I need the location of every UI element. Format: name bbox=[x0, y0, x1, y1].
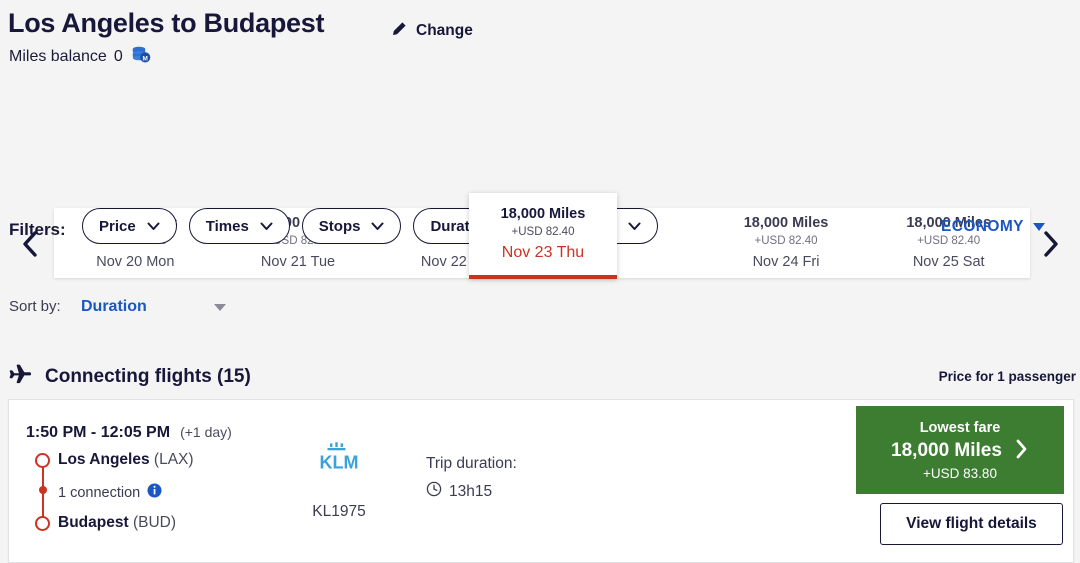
miles-balance-value: 0 bbox=[113, 48, 123, 65]
filter-pill-label: Price bbox=[99, 217, 136, 235]
airplane-icon bbox=[8, 363, 33, 390]
sort-row: Sort by: Duration bbox=[0, 292, 1080, 326]
chevron-down-icon bbox=[147, 219, 160, 234]
chevron-down-icon bbox=[628, 219, 641, 234]
sort-by-value: Duration bbox=[81, 298, 147, 315]
triangle-down-icon bbox=[214, 303, 226, 311]
price-passenger-note: Price for 1 passenger bbox=[938, 369, 1076, 384]
cabin-class-label: ECONOMY bbox=[941, 218, 1024, 235]
date-cell-date: Nov 23 Thu bbox=[501, 243, 585, 261]
results-header: Connecting flights (15) Price for 1 pass… bbox=[0, 363, 1080, 397]
destination-code: (BUD) bbox=[132, 514, 176, 531]
change-label: Change bbox=[416, 22, 473, 39]
cabin-class-selector[interactable]: ECONOMY bbox=[941, 218, 1045, 236]
fare-title: Lowest fare bbox=[919, 419, 1001, 436]
page-title: Los Angeles to Budapest bbox=[8, 8, 325, 38]
filter-pill-times[interactable]: Times bbox=[188, 208, 290, 244]
connecting-flights-title: Connecting flights (15) bbox=[45, 365, 251, 387]
flight-route: Los Angeles (LAX) 1 connection Budapest … bbox=[26, 448, 286, 534]
origin-city: Los Angeles bbox=[58, 451, 150, 468]
connection-count: 1 connection bbox=[58, 485, 141, 501]
destination-airport: Budapest (BUD) bbox=[58, 514, 176, 532]
svg-text:KLM: KLM bbox=[320, 453, 359, 473]
lowest-fare-button[interactable]: Lowest fare 18,000 Miles +USD 83.80 bbox=[856, 406, 1064, 494]
filter-pill-label: Stops bbox=[318, 217, 361, 235]
route-origin-dot-icon bbox=[35, 453, 50, 468]
svg-text:M: M bbox=[142, 55, 147, 62]
trip-duration-label: Trip duration: bbox=[426, 455, 517, 472]
filter-pill-price[interactable]: Price bbox=[82, 208, 177, 244]
miles-balance-label: Miles balance bbox=[9, 48, 107, 65]
clock-icon bbox=[426, 481, 442, 502]
flight-day-offset: (+1 day) bbox=[180, 424, 232, 440]
date-carousel: 29,000 Miles +USD 82.40 Nov 20 Mon 18,00… bbox=[0, 95, 1080, 279]
route-destination-dot-icon bbox=[35, 516, 50, 531]
sort-by-selector[interactable]: Duration bbox=[81, 292, 226, 322]
view-flight-details-button[interactable]: View flight details bbox=[880, 503, 1063, 545]
flight-time-range: 1:50 PM - 12:05 PM bbox=[26, 424, 171, 441]
change-button[interactable]: Change bbox=[390, 21, 473, 41]
trip-duration: Trip duration: 13h15 bbox=[426, 455, 517, 502]
trip-duration-value: 13h15 bbox=[449, 482, 493, 500]
chevron-down-icon bbox=[371, 219, 384, 234]
filters-label: Filters: bbox=[9, 220, 66, 239]
connection-info[interactable]: 1 connection bbox=[58, 483, 162, 503]
route-connection-dot-icon bbox=[38, 486, 47, 494]
date-cell-usd: +USD 82.40 bbox=[511, 225, 575, 238]
triangle-down-icon bbox=[1032, 223, 1045, 231]
flight-number: KL1975 bbox=[312, 503, 366, 520]
fare-usd: +USD 83.80 bbox=[923, 465, 997, 481]
date-cell-selected[interactable]: 18,000 Miles +USD 82.40 Nov 23 Thu bbox=[469, 193, 617, 279]
page-header: Los Angeles to Budapest Miles balance 0 … bbox=[0, 0, 1080, 92]
pencil-icon bbox=[390, 21, 407, 41]
fare-main-row: 18,000 Miles bbox=[891, 438, 1029, 464]
date-cell-miles: 18,000 Miles bbox=[500, 205, 586, 222]
coin-stack-icon: M bbox=[130, 45, 152, 69]
flight-times: 1:50 PM - 12:05 PM (+1 day) bbox=[26, 424, 232, 442]
klm-logo: KLM bbox=[279, 440, 399, 481]
sort-by-label: Sort by: bbox=[9, 298, 61, 315]
origin-code: (LAX) bbox=[153, 451, 194, 468]
filter-pill-label: Times bbox=[205, 217, 249, 235]
miles-balance: Miles balance 0 M bbox=[9, 45, 152, 69]
flight-result-card[interactable]: 1:50 PM - 12:05 PM (+1 day) Los Angeles … bbox=[8, 399, 1074, 563]
trip-duration-value-row: 13h15 bbox=[426, 481, 517, 502]
filter-pill-stops[interactable]: Stops bbox=[301, 208, 402, 244]
info-icon[interactable] bbox=[147, 483, 162, 503]
airline-info: KLM KL1975 bbox=[279, 440, 399, 521]
chevron-down-icon bbox=[260, 219, 273, 234]
chevron-right-icon bbox=[1014, 438, 1029, 463]
origin-airport: Los Angeles (LAX) bbox=[58, 451, 194, 469]
destination-city: Budapest bbox=[58, 514, 129, 531]
connecting-flights-heading: Connecting flights (15) bbox=[8, 363, 251, 390]
fare-miles: 18,000 Miles bbox=[891, 439, 1002, 461]
